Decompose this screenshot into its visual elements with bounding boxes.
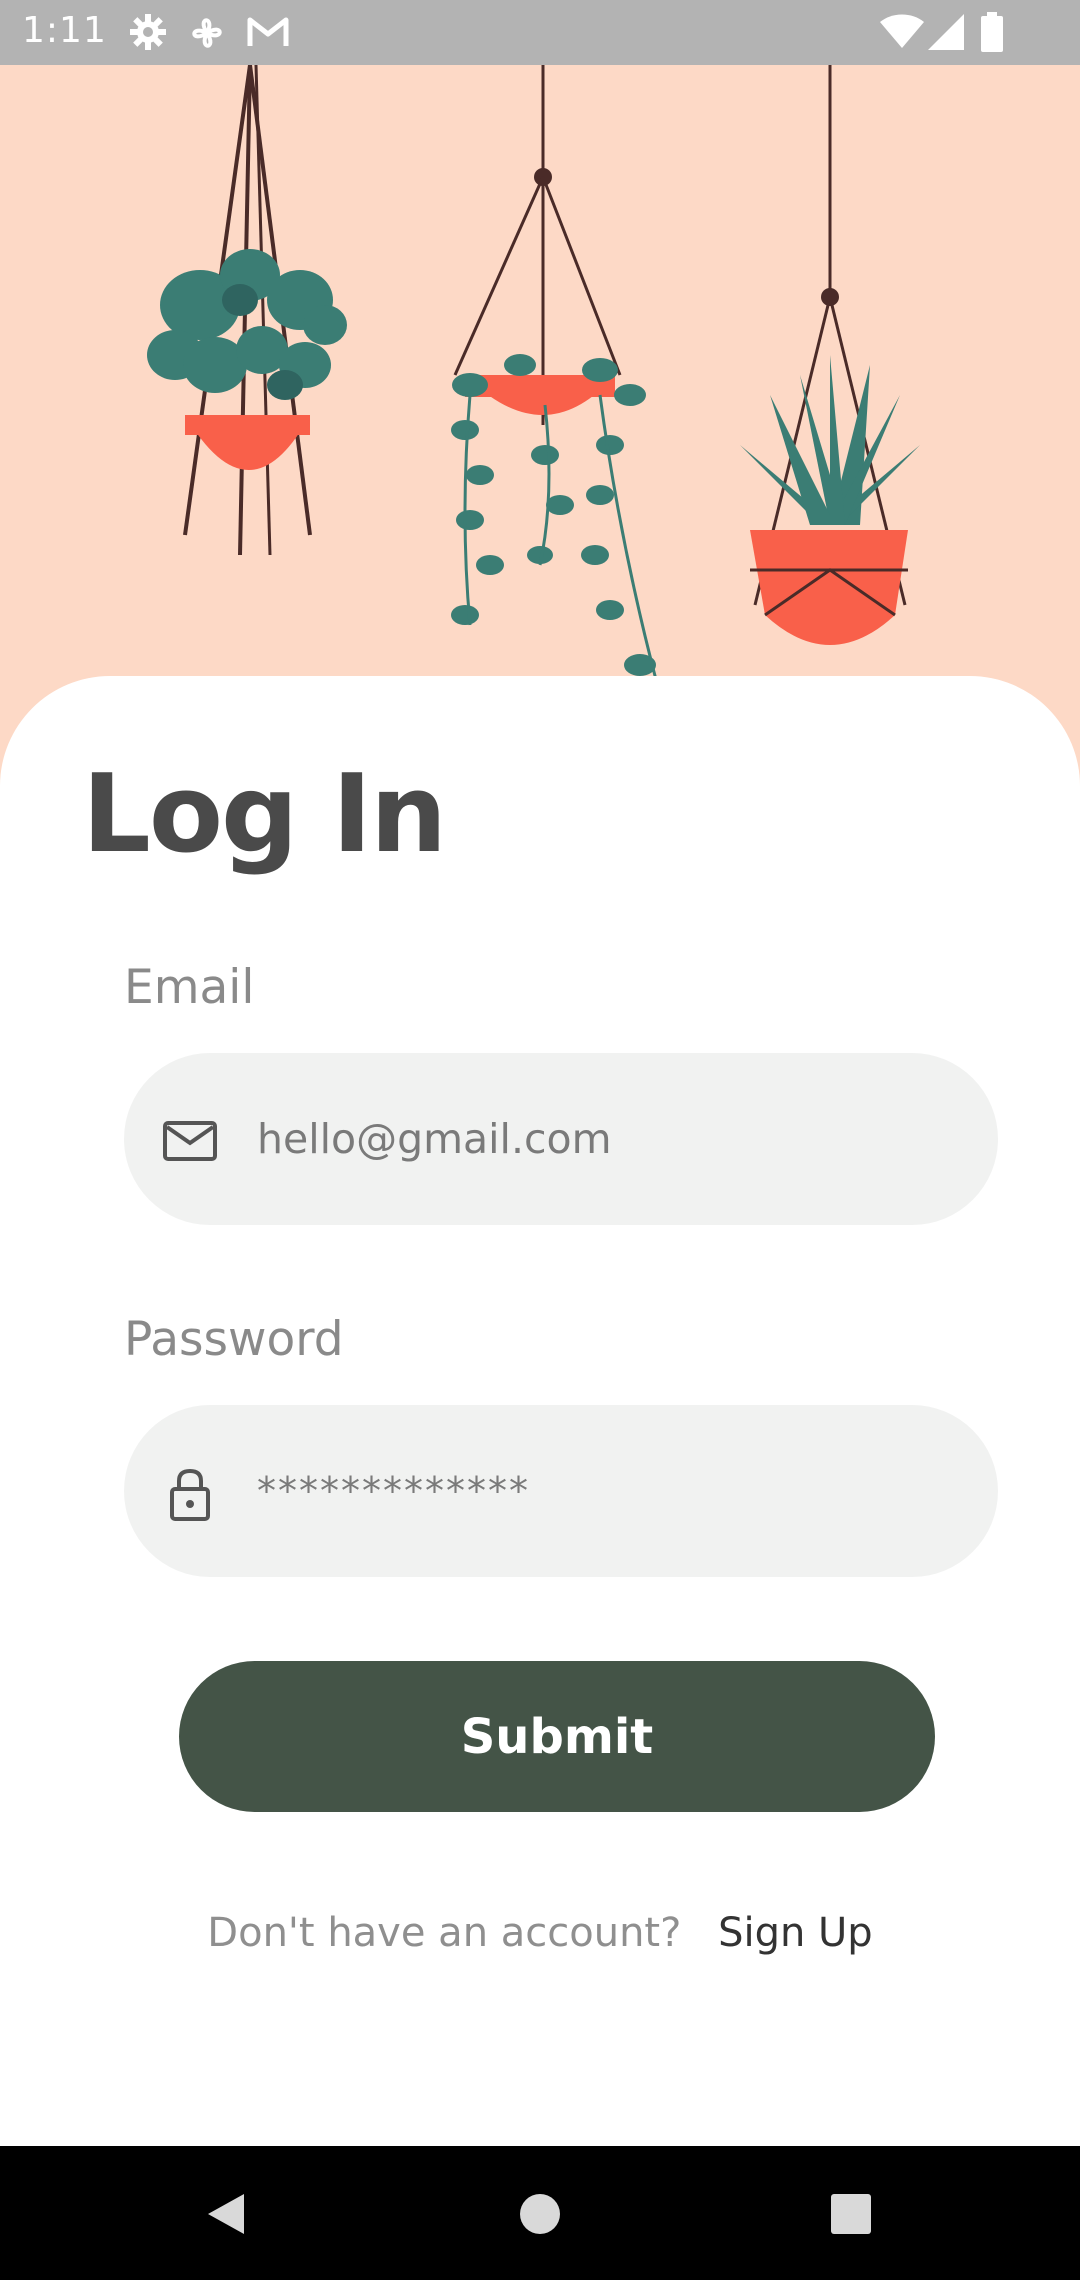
password-label: Password	[124, 1312, 344, 1367]
hanging-plant-right	[740, 65, 920, 645]
gmail-icon	[247, 17, 289, 46]
back-icon[interactable]	[204, 2192, 248, 2236]
lock-icon	[170, 1468, 210, 1521]
settings-icon	[130, 14, 166, 50]
email-label: Email	[124, 960, 255, 1015]
signup-row: Don't have an account? Sign Up	[0, 1910, 1080, 1956]
status-bar: 1:11	[0, 0, 1080, 65]
navigation-bar	[0, 2146, 1080, 2280]
pinwheel-icon	[192, 18, 222, 48]
hanging-plant-center	[451, 65, 674, 700]
wifi-icon	[880, 14, 924, 48]
password-field[interactable]: *************	[124, 1405, 998, 1577]
email-field[interactable]: hello@gmail.com	[124, 1053, 998, 1225]
mail-icon	[163, 1121, 217, 1161]
hanging-plant-left	[147, 65, 347, 556]
password-value: *************	[257, 1469, 530, 1513]
signup-prompt: Don't have an account?	[207, 1910, 682, 1956]
recents-icon[interactable]	[829, 2192, 873, 2236]
battery-icon	[981, 12, 1003, 52]
home-icon[interactable]	[518, 2192, 562, 2236]
submit-button[interactable]: Submit	[179, 1661, 935, 1812]
signup-link[interactable]: Sign Up	[718, 1910, 873, 1956]
signal-icon	[928, 14, 964, 50]
email-placeholder: hello@gmail.com	[257, 1115, 612, 1163]
page-title: Log In	[82, 752, 447, 877]
hanging-plants-illustration	[147, 65, 920, 700]
status-time: 1:11	[22, 10, 107, 51]
